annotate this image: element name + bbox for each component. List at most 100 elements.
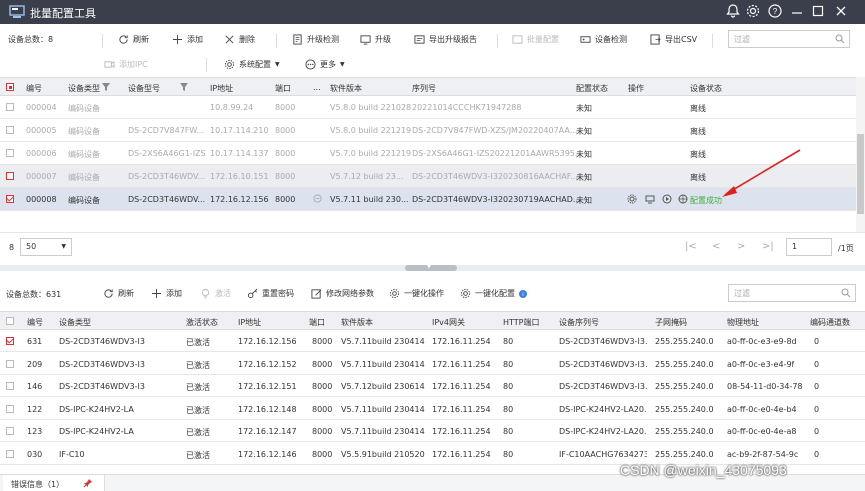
row-web-icon[interactable]	[678, 194, 688, 204]
minimize-icon[interactable]	[789, 3, 805, 19]
filter-placeholder: 过滤	[734, 35, 750, 44]
col-header[interactable]: 激活状态	[186, 317, 218, 328]
online-device-row[interactable]: 631 DS-2CD3T46WDV3-I3 已激活 172.16.12.156 8000…	[0, 330, 865, 352]
close-icon[interactable]	[833, 3, 849, 19]
collapse-chevron-icon[interactable]: ▼	[427, 264, 431, 270]
prev-page-icon[interactable]: <	[712, 241, 720, 252]
filter-funnel-icon[interactable]	[180, 83, 188, 91]
col-header[interactable]: 设备序列号	[559, 317, 599, 328]
help-icon[interactable]: ?	[767, 3, 783, 19]
row-monitor-icon[interactable]	[645, 194, 655, 204]
one-key-config-button[interactable]: 一键化配置 i	[460, 288, 527, 299]
col-header[interactable]: 编号	[27, 317, 43, 328]
document-check-icon	[293, 34, 302, 45]
col-header[interactable]: 设备型号	[128, 83, 160, 94]
add-button[interactable]: 添加	[172, 34, 203, 45]
row-checkbox[interactable]	[6, 359, 14, 368]
select-all-checkbox[interactable]	[6, 317, 14, 325]
scrollbar-thumb[interactable]	[857, 134, 864, 214]
row-checkbox[interactable]	[6, 103, 14, 111]
filter-input[interactable]: 过滤	[728, 30, 850, 48]
col-header[interactable]: 编码通道数	[810, 317, 850, 328]
cell-ip: 172.16.12.148	[238, 404, 297, 414]
activate-button[interactable]: 激活	[200, 288, 231, 299]
upgrade-button[interactable]: 升级	[360, 34, 391, 45]
next-page-icon[interactable]: >	[737, 241, 745, 252]
batch-config-button[interactable]: 批量配置	[512, 34, 559, 45]
col-header[interactable]: HTTP端口	[503, 317, 539, 328]
row-checkbox[interactable]	[6, 172, 14, 180]
col-header[interactable]: IP地址	[238, 317, 261, 328]
row-checkbox[interactable]	[6, 149, 14, 157]
export-upgrade-report-button[interactable]: 导出升级报告	[414, 34, 477, 45]
device-check-button[interactable]: 设备检测	[580, 34, 627, 45]
upgrade-check-button[interactable]: 升级检测	[292, 34, 339, 45]
online-device-row[interactable]: 122 DS-IPC-K24HV2-LA 已激活 172.16.12.148 8000 V…	[0, 398, 865, 420]
col-header[interactable]: 物理地址	[727, 317, 759, 328]
col-header[interactable]: 设备状态	[690, 83, 722, 94]
row-checkbox[interactable]	[6, 126, 14, 134]
online-filter-input[interactable]: 过滤	[728, 284, 856, 302]
row-play-icon[interactable]	[662, 194, 672, 204]
delete-button[interactable]: 删除	[224, 34, 255, 45]
svg-text:i: i	[522, 292, 523, 298]
col-header[interactable]: 编号	[26, 83, 42, 94]
cell-port: 8000	[275, 126, 296, 135]
bell-icon[interactable]	[725, 3, 741, 19]
settings-gear-icon[interactable]	[745, 3, 761, 19]
splitter-handle[interactable]	[405, 265, 457, 271]
vertical-scrollbar[interactable]	[856, 77, 865, 232]
export-csv-button[interactable]: 导出CSV	[650, 34, 697, 45]
row-checkbox[interactable]	[6, 449, 14, 458]
cell-model: DS-2CD7V847FW...	[128, 126, 205, 135]
col-header[interactable]: 端口	[275, 83, 291, 94]
last-page-icon[interactable]: >|	[762, 241, 774, 252]
col-header[interactable]: 端口	[309, 317, 325, 328]
device-row[interactable]: 000004 编码设备 10.8.99.24 8000 V5.8.0 build 221…	[0, 96, 856, 119]
info-icon[interactable]: i	[519, 289, 527, 298]
col-header[interactable]: IP地址	[210, 83, 233, 94]
add-ipc-button[interactable]: 添加IPC	[104, 59, 148, 70]
refresh-button[interactable]: 刷新	[118, 34, 149, 45]
col-header[interactable]: 设备类型	[59, 317, 91, 328]
filter-funnel-icon[interactable]	[102, 83, 110, 91]
cell-type: IF-C10	[59, 449, 85, 459]
online-device-row[interactable]: 146 DS-2CD3T46WDV3-I3 已激活 172.16.12.151 8000…	[0, 375, 865, 397]
row-checkbox[interactable]	[6, 337, 14, 345]
row-checkbox[interactable]	[6, 195, 14, 203]
row-checkbox[interactable]	[6, 404, 14, 413]
more-dropdown[interactable]: 更多 ▼	[305, 59, 345, 70]
system-config-dropdown[interactable]: 系统配置 ▼	[224, 59, 280, 70]
col-header[interactable]: IPv4网关	[432, 317, 465, 328]
cell-mac: ac-b9-2f-87-54-9c	[727, 449, 799, 459]
pin-icon[interactable]	[83, 478, 93, 488]
first-page-icon[interactable]: |<	[685, 241, 697, 252]
row-checkbox[interactable]	[6, 427, 14, 435]
page-number-input[interactable]: 1	[786, 238, 832, 256]
col-header[interactable]: ...	[313, 83, 321, 92]
col-header[interactable]: 子网掩码	[655, 317, 687, 328]
col-header[interactable]: 配置状态	[576, 83, 608, 94]
online-device-row[interactable]: 209 DS-2CD3T46WDV3-I3 已激活 172.16.12.152 8000…	[0, 353, 865, 375]
online-device-toolbar: 设备总数：631 刷新 添加 激活 重置密码 修改网络参数 一键化操作 一键化配…	[0, 272, 865, 310]
panel-splitter[interactable]: ▼	[0, 264, 865, 271]
col-header[interactable]: 操作	[628, 83, 644, 94]
row-config-gear-icon[interactable]	[627, 194, 637, 204]
row-checkbox[interactable]	[6, 382, 14, 390]
page-size-select[interactable]: 50 ▼	[20, 238, 72, 256]
maximize-icon[interactable]	[810, 3, 826, 19]
col-header[interactable]: 软件版本	[330, 83, 362, 94]
add-online-button[interactable]: 添加	[151, 288, 182, 299]
refresh-online-button[interactable]: 刷新	[103, 288, 134, 299]
col-header[interactable]: 软件版本	[341, 317, 373, 328]
online-device-row[interactable]: 123 DS-IPC-K24HV2-LA 已激活 172.16.12.147 8000 V…	[0, 420, 865, 442]
modify-network-button[interactable]: 修改网络参数	[311, 288, 374, 299]
select-all-checkbox[interactable]	[6, 83, 14, 91]
col-header[interactable]: 序列号	[412, 83, 436, 94]
col-header[interactable]: 设备类型	[68, 83, 100, 94]
cell-ip: 10.8.99.24	[210, 103, 254, 112]
one-key-operation-button[interactable]: 一键化操作	[389, 288, 444, 299]
error-info-tab[interactable]: 错误信息（1）	[3, 475, 105, 491]
device-row[interactable]: 000005 编码设备 DS-2CD7V847FW... 10.17.114.210 8…	[0, 119, 856, 142]
reset-password-button[interactable]: 重置密码	[247, 288, 294, 299]
